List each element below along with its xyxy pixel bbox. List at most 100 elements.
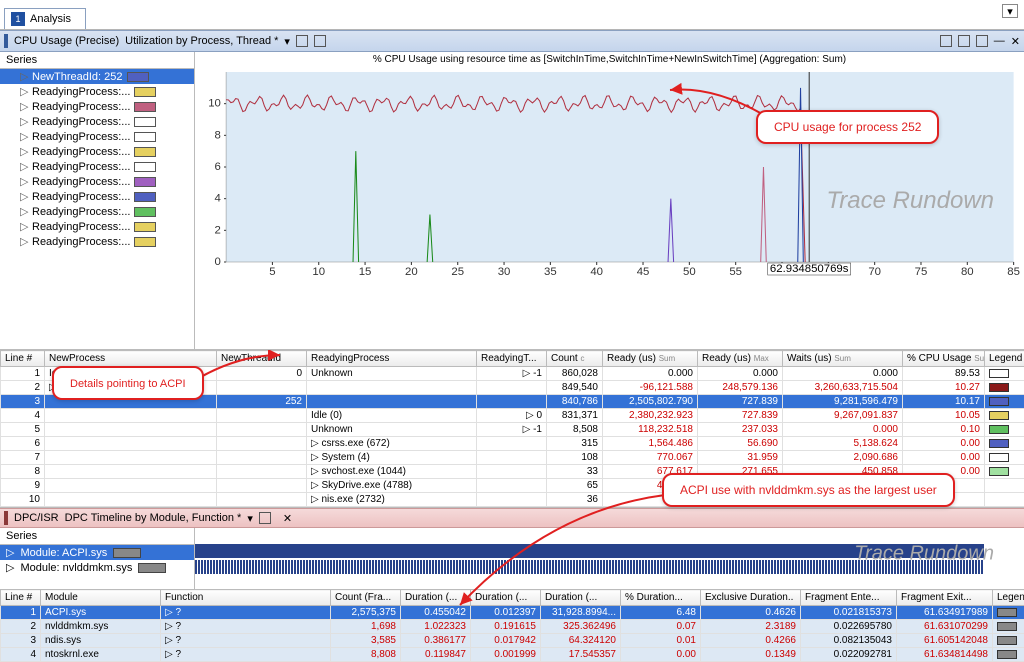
column-header[interactable]: NewProcess bbox=[45, 351, 217, 367]
series-item[interactable]: ▷ReadyingProcess:... bbox=[0, 219, 194, 234]
series-item[interactable]: ▷ ReadyingProcess:... bbox=[0, 174, 194, 189]
table-row[interactable]: 5Unknown▷ -18,508118,232.518237.0330.000… bbox=[1, 423, 1024, 437]
cpu-chart[interactable]: % CPU Usage using resource time as [Swit… bbox=[195, 52, 1024, 349]
column-header[interactable]: NewThreadId bbox=[217, 351, 307, 367]
column-header[interactable]: Duration (... bbox=[541, 590, 621, 606]
column-header[interactable]: ReadyingProcess bbox=[307, 351, 477, 367]
column-header[interactable]: Duration (... bbox=[471, 590, 541, 606]
svg-text:5: 5 bbox=[269, 266, 275, 278]
module-label: Module: ACPI.sys bbox=[20, 547, 107, 559]
series-label: ReadyingProcess:... bbox=[32, 176, 130, 188]
chevron-down-icon[interactable]: ▾ bbox=[284, 35, 290, 48]
svg-text:30: 30 bbox=[498, 266, 511, 278]
svg-text:20: 20 bbox=[405, 266, 418, 278]
cpu-panel-subtitle[interactable]: Utilization by Process, Thread * bbox=[125, 35, 278, 47]
table-row[interactable]: 3ndis.sys▷ ?3,5850.3861770.01794264.3241… bbox=[1, 634, 1024, 648]
column-header[interactable]: Line # bbox=[1, 351, 45, 367]
series-header: Series bbox=[0, 52, 194, 69]
svg-text:2: 2 bbox=[215, 224, 221, 236]
column-header[interactable]: Duration (... bbox=[401, 590, 471, 606]
column-header[interactable]: % Duration... bbox=[621, 590, 701, 606]
config-icon[interactable] bbox=[259, 512, 271, 524]
expand-icon[interactable]: ▷ bbox=[20, 115, 28, 128]
series-label: ReadyingProcess:... bbox=[32, 236, 130, 248]
chart-svg: 0246810 51015202530354045505560657075808… bbox=[195, 67, 1024, 282]
dpc-series-header: Series bbox=[0, 528, 194, 545]
series-item[interactable]: ▷ReadyingProcess:... bbox=[0, 144, 194, 159]
expand-icon[interactable]: ▷ bbox=[20, 160, 28, 173]
series-item[interactable]: ▷ReadyingProcess:... bbox=[0, 189, 194, 204]
column-header[interactable]: Waits (us) Sum bbox=[783, 351, 903, 367]
column-header[interactable]: Legend bbox=[985, 351, 1024, 367]
color-swatch bbox=[113, 548, 141, 558]
table-row[interactable]: 7▷ System (4) 108770.06731.9592,090.6860… bbox=[1, 451, 1024, 465]
color-swatch bbox=[127, 72, 149, 82]
filter-icon[interactable] bbox=[314, 35, 326, 47]
close-icon[interactable]: ✕ bbox=[1011, 35, 1020, 48]
expand-icon[interactable]: ▷ bbox=[20, 205, 28, 218]
column-header[interactable]: Count c bbox=[547, 351, 603, 367]
expand-icon[interactable]: ▷ bbox=[20, 175, 28, 188]
series-item[interactable]: ▷ReadyingProcess:... bbox=[0, 129, 194, 144]
chart-title: % CPU Usage using resource time as [Swit… bbox=[195, 52, 1024, 67]
watermark-text: Trace Rundown bbox=[854, 543, 994, 566]
series-item[interactable]: ▷ReadyingProcess:... bbox=[0, 99, 194, 114]
overflow-dropdown[interactable]: ▾ bbox=[1002, 4, 1018, 18]
view-table-icon[interactable] bbox=[958, 35, 970, 47]
view-both-icon[interactable] bbox=[976, 35, 988, 47]
series-item[interactable]: ▷ ReadyingProcess:... bbox=[0, 234, 194, 249]
expand-icon[interactable]: ▷ bbox=[20, 190, 28, 203]
dpc-data-table[interactable]: Line #ModuleFunctionCount (Fra...Duratio… bbox=[0, 589, 1024, 662]
tab-analysis[interactable]: 1 Analysis bbox=[4, 8, 86, 29]
column-header[interactable]: Ready (us) Max bbox=[698, 351, 783, 367]
expand-icon[interactable]: ▷ bbox=[6, 546, 14, 559]
config-icon[interactable] bbox=[296, 35, 308, 47]
column-header[interactable]: Ready (us) Sum bbox=[603, 351, 698, 367]
collapse-marker-icon[interactable] bbox=[4, 511, 8, 525]
svg-text:75: 75 bbox=[915, 266, 928, 278]
column-header[interactable]: Count (Fra... bbox=[331, 590, 401, 606]
dpc-subtitle[interactable]: DPC Timeline by Module, Function * bbox=[65, 512, 242, 524]
table-row[interactable]: 1ACPI.sys▷ ?2,575,3750.4550420.01239731,… bbox=[1, 606, 1024, 620]
column-header[interactable]: Line # bbox=[1, 590, 41, 606]
tab-label: Analysis bbox=[30, 13, 71, 25]
cpu-panel-title: CPU Usage (Precise) bbox=[14, 35, 119, 47]
expand-icon[interactable]: ▷ bbox=[20, 130, 28, 143]
column-header[interactable]: Fragment Ente... bbox=[801, 590, 897, 606]
table-row[interactable]: 6▷ csrss.exe (672) 3151,564.48656.6905,1… bbox=[1, 437, 1024, 451]
svg-text:55: 55 bbox=[729, 266, 742, 278]
module-series-item[interactable]: ▷ Module: ACPI.sys bbox=[0, 545, 194, 560]
expand-icon[interactable]: ▷ bbox=[20, 70, 28, 83]
column-header[interactable]: % CPU Usage Sum bbox=[903, 351, 985, 367]
close-icon[interactable]: ✕ bbox=[283, 512, 292, 525]
table-row[interactable]: 4ntoskrnl.exe▷ ?8,8080.1198470.00199917.… bbox=[1, 648, 1024, 662]
view-graph-icon[interactable] bbox=[940, 35, 952, 47]
color-swatch bbox=[134, 177, 156, 187]
series-item[interactable]: ▷ReadyingProcess:... bbox=[0, 114, 194, 129]
minimize-icon[interactable]: — bbox=[994, 35, 1005, 47]
series-item[interactable]: ▷NewThreadId: 252 bbox=[0, 69, 194, 84]
column-header[interactable]: Exclusive Duration.. bbox=[701, 590, 801, 606]
expand-icon[interactable]: ▷ bbox=[20, 220, 28, 233]
chevron-down-icon[interactable]: ▾ bbox=[247, 512, 253, 525]
series-item[interactable]: ▷ReadyingProcess:... bbox=[0, 204, 194, 219]
collapse-marker-icon[interactable] bbox=[4, 34, 8, 48]
expand-icon[interactable]: ▷ bbox=[20, 85, 28, 98]
expand-icon[interactable]: ▷ bbox=[20, 100, 28, 113]
series-label: ReadyingProcess:... bbox=[32, 86, 130, 98]
table-row[interactable]: 2nvlddmkm.sys▷ ?1,6981.0223230.191615325… bbox=[1, 620, 1024, 634]
series-item[interactable]: ▷ ReadyingProcess:... bbox=[0, 84, 194, 99]
series-item[interactable]: ▷ReadyingProcess:... bbox=[0, 159, 194, 174]
module-series-item[interactable]: ▷Module: nvlddmkm.sys bbox=[0, 560, 194, 575]
expand-icon[interactable]: ▷ bbox=[6, 561, 14, 574]
annotation-text: Details pointing to ACPI bbox=[70, 378, 186, 390]
dpc-timeline[interactable]: Trace Rundown bbox=[195, 528, 1024, 589]
column-header[interactable]: Function bbox=[161, 590, 331, 606]
column-header[interactable]: Fragment Exit... bbox=[897, 590, 993, 606]
table-row[interactable]: 4Idle (0)▷ 0831,3712,380,232.923727.8399… bbox=[1, 409, 1024, 423]
column-header[interactable]: Module bbox=[41, 590, 161, 606]
column-header[interactable]: ReadyingT... bbox=[477, 351, 547, 367]
column-header[interactable]: Legend bbox=[993, 590, 1024, 606]
expand-icon[interactable]: ▷ bbox=[20, 235, 28, 248]
expand-icon[interactable]: ▷ bbox=[20, 145, 28, 158]
